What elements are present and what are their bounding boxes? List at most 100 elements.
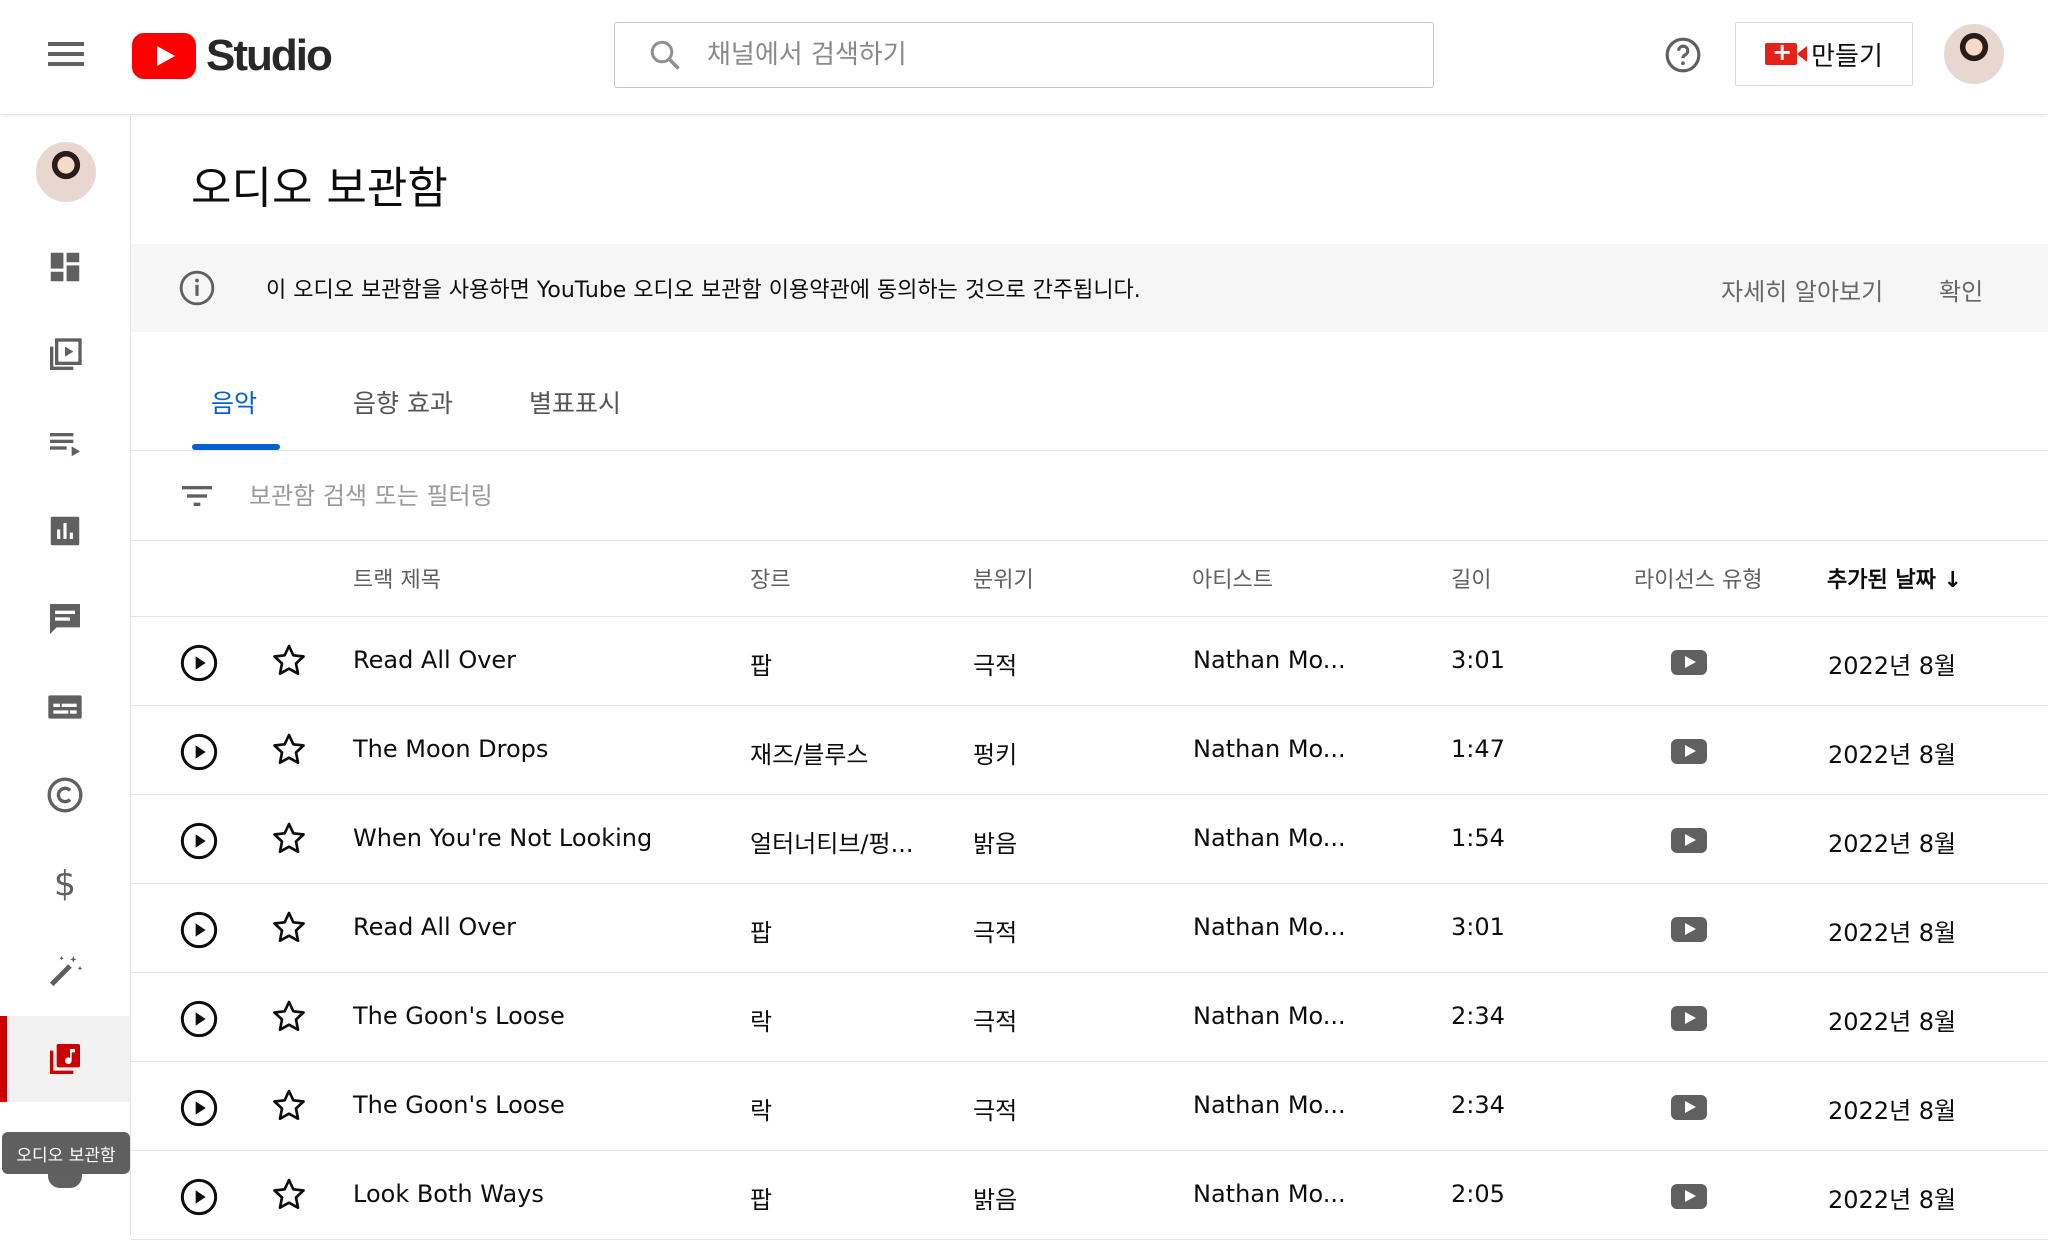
youtube-logo-icon — [132, 33, 196, 79]
track-date-added: 2022년 8월 — [1828, 652, 1957, 680]
active-tab-indicator — [192, 444, 280, 450]
search-input[interactable] — [705, 39, 1349, 71]
track-artist: Nathan Mo... — [1193, 824, 1346, 852]
youtube-license-icon — [1671, 650, 1707, 675]
play-icon[interactable] — [179, 1177, 219, 1221]
column-artist[interactable]: 아티스트 — [1192, 562, 1273, 594]
page-title: 오디오 보관함 — [191, 163, 448, 214]
column-mood[interactable]: 분위기 — [973, 562, 1034, 594]
table-row[interactable]: Look Both Ways 팝 밝음 Nathan Mo... 2:05 2022년 8… — [131, 1151, 2048, 1240]
sidebar-item-analytics[interactable] — [0, 488, 130, 574]
track-mood: 펑키 — [973, 741, 1018, 769]
confirm-button[interactable]: 확인 — [1939, 272, 1983, 307]
studio-logo[interactable]: Studio — [132, 28, 333, 84]
track-mood: 밝음 — [973, 830, 1018, 858]
tooltip-audio-library: 오디오 보관함 — [2, 1132, 130, 1174]
track-artist: Nathan Mo... — [1193, 913, 1346, 941]
sidebar-item-copyright[interactable] — [0, 752, 130, 838]
magic-wand-icon — [49, 956, 83, 987]
create-button[interactable]: 만들기 — [1735, 22, 1913, 86]
table-row[interactable]: The Goon's Loose 락 극적 Nathan Mo... 2:34 2022년… — [131, 973, 2048, 1062]
track-duration: 3:01 — [1451, 646, 1505, 674]
sidebar-item-comments[interactable] — [0, 576, 130, 662]
star-icon[interactable] — [269, 819, 309, 863]
track-date-added: 2022년 8월 — [1828, 1186, 1957, 1214]
menu-icon[interactable] — [40, 36, 92, 76]
account-avatar[interactable] — [1944, 24, 2004, 84]
table-row[interactable]: Read All Over 팝 극적 Nathan Mo... 3:01 2022년 8월 — [131, 884, 2048, 973]
create-video-icon — [1765, 38, 1808, 66]
sidebar-item-dashboard[interactable] — [0, 224, 130, 310]
help-icon[interactable] — [1664, 36, 1702, 74]
youtube-license-icon — [1671, 739, 1707, 764]
play-icon[interactable] — [179, 821, 219, 865]
star-icon[interactable] — [269, 997, 309, 1041]
analytics-icon — [50, 516, 80, 546]
track-mood: 극적 — [973, 1097, 1018, 1125]
sidebar-item-playlists[interactable] — [0, 400, 130, 486]
column-date-added[interactable]: 추가된 날짜 ↓ — [1827, 562, 1962, 594]
play-icon[interactable] — [179, 732, 219, 776]
sidebar-item-earn[interactable]: $ — [0, 840, 130, 926]
search-icon — [650, 40, 680, 70]
track-duration: 1:47 — [1451, 735, 1505, 763]
track-genre: 락 — [750, 1097, 773, 1125]
channel-avatar[interactable] — [36, 142, 96, 202]
play-icon[interactable] — [179, 1088, 219, 1132]
search-box[interactable] — [614, 22, 1434, 88]
terms-notice: 이 오디오 보관함을 사용하면 YouTube 오디오 보관함 이용약관에 동의… — [131, 244, 2048, 332]
tab-starred[interactable]: 별표표시 — [529, 384, 621, 420]
track-artist: Nathan Mo... — [1193, 1180, 1346, 1208]
dollar-icon: $ — [54, 865, 76, 902]
star-icon[interactable] — [269, 730, 309, 774]
comments-icon — [50, 604, 80, 634]
track-date-added: 2022년 8월 — [1828, 1008, 1957, 1036]
track-artist: Nathan Mo... — [1193, 1002, 1346, 1030]
track-genre: 얼터너티브/펑... — [750, 830, 914, 858]
learn-more-link[interactable]: 자세히 알아보기 — [1721, 272, 1883, 307]
table-row[interactable]: The Goon's Loose 락 극적 Nathan Mo... 2:34 2022년… — [131, 1062, 2048, 1151]
youtube-license-icon — [1671, 917, 1707, 942]
track-duration: 3:01 — [1451, 913, 1505, 941]
track-table: 트랙 제목 장르 분위기 아티스트 길이 라이선스 유형 추가된 날짜 ↓ Re… — [131, 540, 2048, 1240]
track-genre: 팝 — [750, 919, 773, 947]
column-license-type[interactable]: 라이선스 유형 — [1634, 562, 1762, 594]
track-title: Look Both Ways — [353, 1180, 544, 1208]
column-genre[interactable]: 장르 — [750, 562, 790, 594]
youtube-license-icon — [1671, 1006, 1707, 1031]
star-icon[interactable] — [269, 1175, 309, 1219]
track-genre: 팝 — [750, 652, 773, 680]
table-header: 트랙 제목 장르 분위기 아티스트 길이 라이선스 유형 추가된 날짜 ↓ — [131, 540, 2048, 617]
sidebar-item-content[interactable] — [0, 312, 130, 398]
column-track-title[interactable]: 트랙 제목 — [353, 562, 441, 594]
star-icon[interactable] — [269, 1086, 309, 1130]
table-row[interactable]: The Moon Drops 재즈/블루스 펑키 Nathan Mo... 1:47 20… — [131, 706, 2048, 795]
table-row[interactable]: Read All Over 팝 극적 Nathan Mo... 3:01 2022년 8월 — [131, 617, 2048, 706]
column-duration[interactable]: 길이 — [1451, 562, 1491, 594]
sidebar-item-customization[interactable] — [0, 928, 130, 1014]
track-genre: 재즈/블루스 — [750, 741, 869, 769]
table-row[interactable]: When You're Not Looking 얼터너티브/펑... 밝음 Natha… — [131, 795, 2048, 884]
track-duration: 2:34 — [1451, 1091, 1505, 1119]
track-mood: 극적 — [973, 652, 1018, 680]
play-icon[interactable] — [179, 910, 219, 954]
filter-bar — [131, 452, 2048, 541]
track-date-added: 2022년 8월 — [1828, 919, 1957, 947]
tab-music[interactable]: 음악 — [211, 384, 257, 420]
tab-bar: 음악 음향 효과 별표표시 — [131, 332, 2048, 451]
filter-icon[interactable] — [177, 476, 217, 516]
main-content: 오디오 보관함 이 오디오 보관함을 사용하면 YouTube 오디오 보관함 … — [131, 114, 2048, 1240]
track-title: The Goon's Loose — [353, 1002, 565, 1030]
filter-input[interactable] — [247, 481, 851, 511]
play-icon[interactable] — [179, 643, 219, 687]
tab-sound-effects[interactable]: 음향 효과 — [353, 384, 453, 420]
sidebar-item-audio-library[interactable] — [0, 1016, 130, 1102]
star-icon[interactable] — [269, 908, 309, 952]
audio-library-icon — [50, 1044, 80, 1074]
track-genre: 락 — [750, 1008, 773, 1036]
sidebar-item-subtitles[interactable] — [0, 664, 130, 750]
top-bar: Studio 만들기 — [0, 0, 2048, 115]
star-icon[interactable] — [269, 641, 309, 685]
play-icon[interactable] — [179, 999, 219, 1043]
table-body: Read All Over 팝 극적 Nathan Mo... 3:01 2022년 8월… — [131, 617, 2048, 1240]
